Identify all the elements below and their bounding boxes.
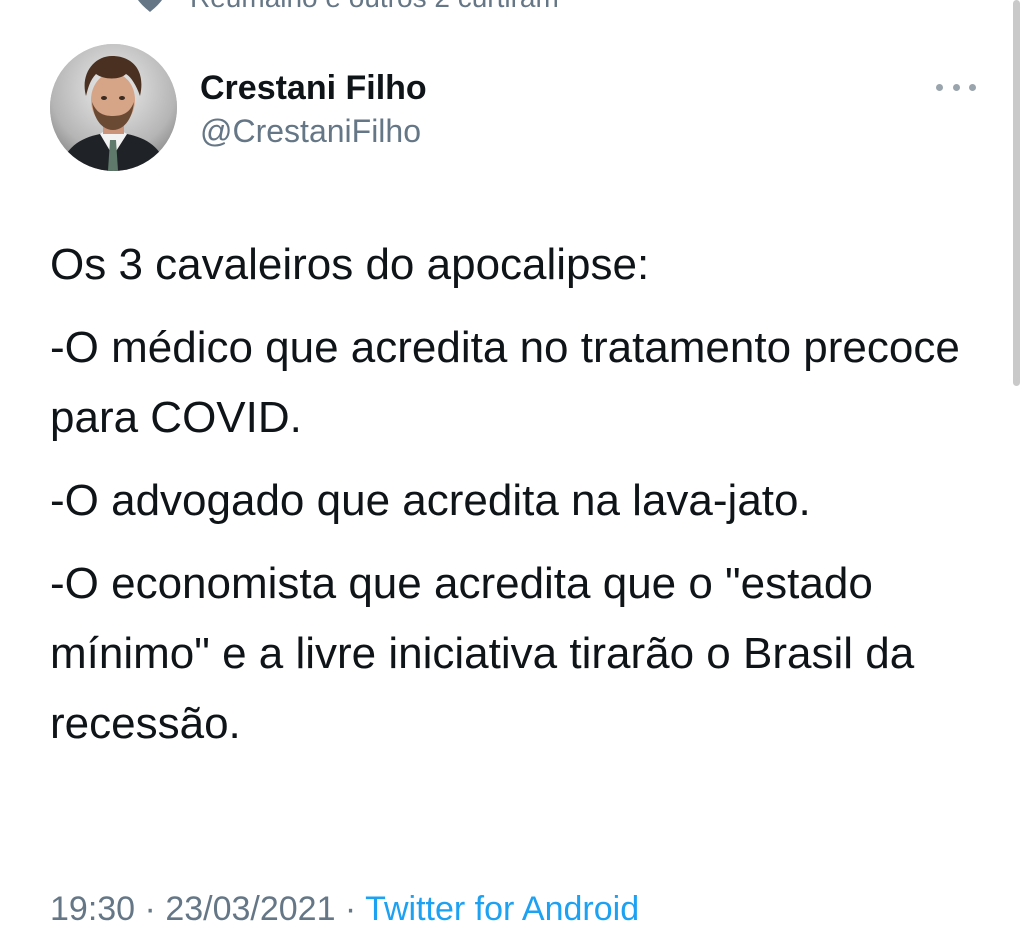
tweet-text: Os 3 cavaleiros do apocalipse: -O médico…	[50, 230, 980, 772]
author-names: Crestani Filho @CrestaniFilho	[200, 68, 427, 152]
avatar-portrait	[50, 44, 177, 171]
tweet-source-link[interactable]: Twitter for Android	[365, 890, 639, 928]
meta-separator: ·	[135, 890, 166, 928]
scrollbar[interactable]	[1013, 0, 1020, 386]
social-context[interactable]: Reumaino e outros 2 curtiram	[132, 0, 559, 18]
tweet-paragraph: -O médico que acredita no tratamento pre…	[50, 323, 960, 442]
tweet-detail-view: Reumaino e outros 2 curtiram	[0, 0, 1024, 948]
meta-separator: ·	[335, 890, 366, 928]
tweet-date[interactable]: 23/03/2021	[165, 890, 335, 928]
heart-icon	[138, 0, 162, 12]
author-handle[interactable]: @CrestaniFilho	[200, 110, 427, 152]
tweet-paragraph: -O economista que acredita que o "estado…	[50, 559, 915, 748]
tweet-header: Crestani Filho @CrestaniFilho	[50, 44, 984, 174]
more-options-button[interactable]	[936, 74, 976, 100]
tweet-paragraph: -O advogado que acredita na lava-jato.	[50, 476, 811, 525]
tweet-paragraph: Os 3 cavaleiros do apocalipse:	[50, 240, 650, 289]
tweet-time[interactable]: 19:30	[50, 890, 135, 928]
more-horizontal-icon-dot	[952, 83, 960, 91]
more-horizontal-icon-dot	[969, 83, 976, 91]
social-context-text: Reumaino e outros 2 curtiram	[190, 0, 559, 14]
avatar[interactable]	[50, 44, 177, 171]
tweet-meta: 19:30 · 23/03/2021 · Twitter for Android	[50, 884, 639, 934]
more-horizontal-icon	[936, 83, 943, 91]
author-display-name[interactable]: Crestani Filho	[200, 68, 427, 108]
